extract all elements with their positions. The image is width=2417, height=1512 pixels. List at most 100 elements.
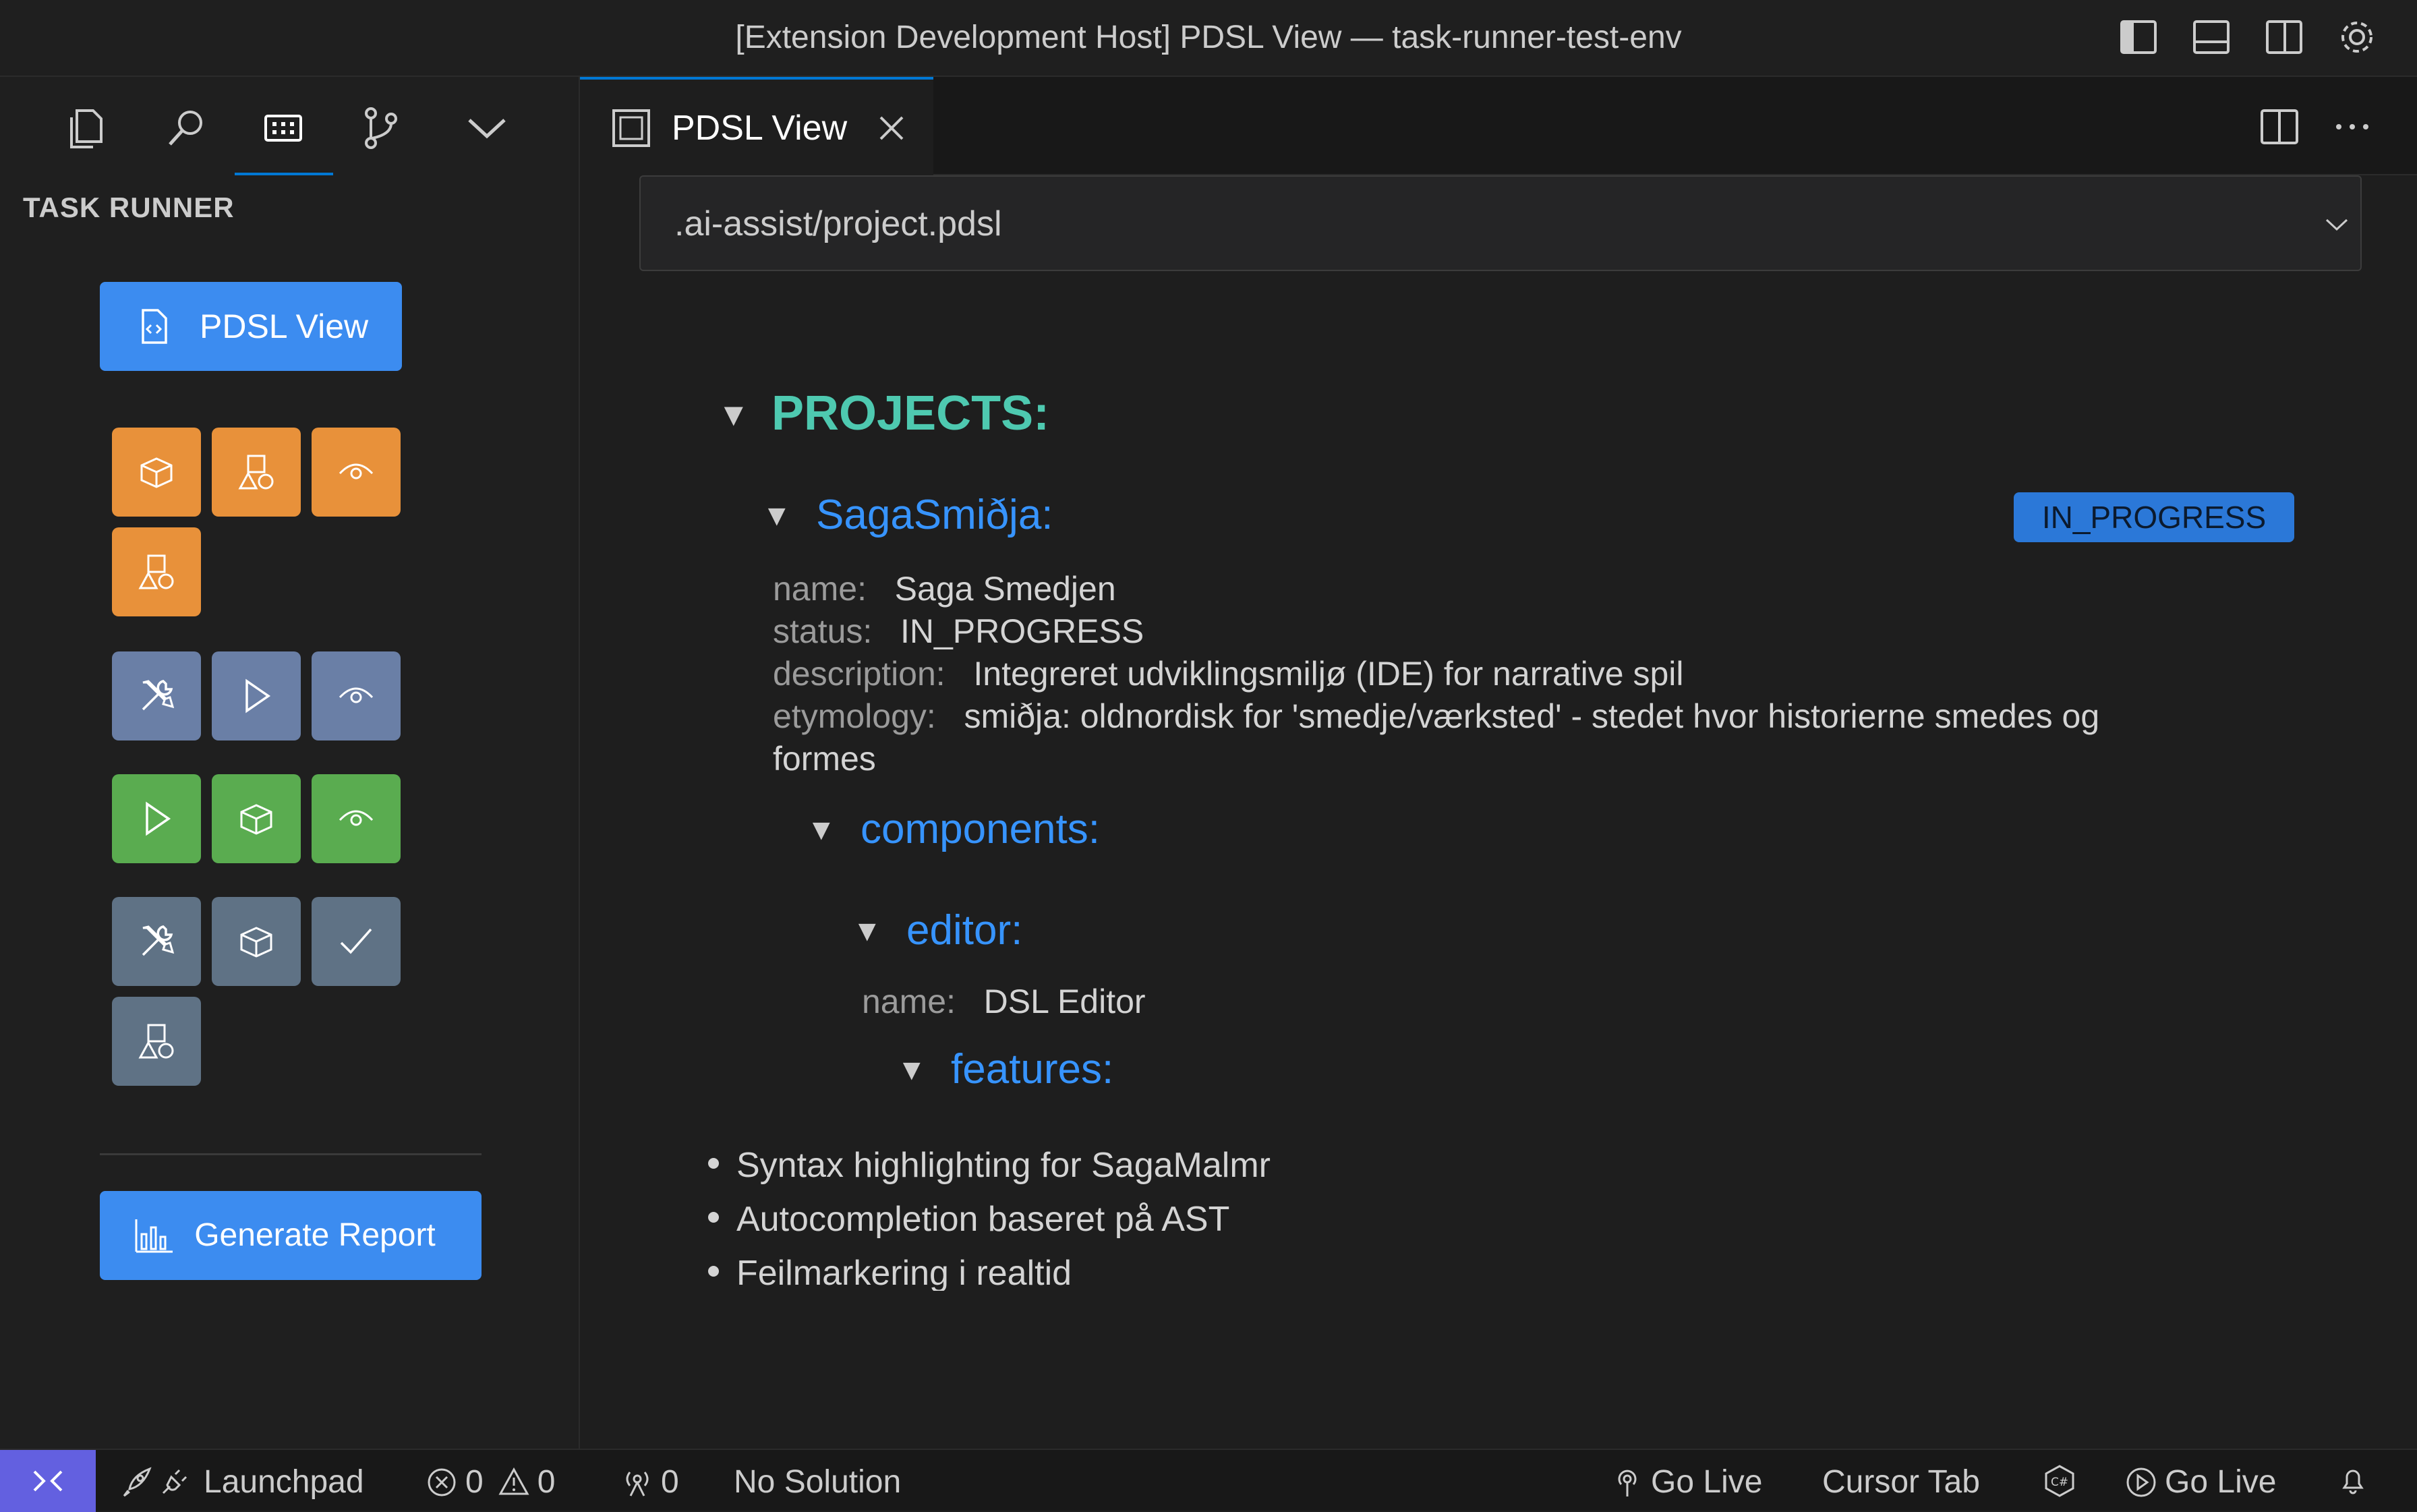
toggle-primary-sidebar-icon[interactable] <box>2116 15 2161 59</box>
go-live-item-2[interactable]: Go Live <box>2124 1463 2276 1501</box>
feature-text: Feilmarkering i realtid <box>736 1254 1072 1291</box>
problems-item[interactable]: 0 0 <box>425 1463 555 1501</box>
chevron-down-icon <box>2323 210 2351 239</box>
plug-icon <box>156 1465 192 1500</box>
green-box-button[interactable] <box>212 774 301 863</box>
toggle-secondary-sidebar-icon[interactable] <box>2262 15 2306 59</box>
search-icon[interactable] <box>159 101 213 155</box>
warning-icon <box>497 1465 531 1499</box>
editor-key: editor: <box>906 907 1023 954</box>
csharp-icon: C# <box>2042 1463 2077 1499</box>
explorer-icon[interactable] <box>59 101 113 155</box>
error-icon <box>425 1465 459 1499</box>
prop-etymology-value: smiðja: oldnordisk for 'smedje/værksted'… <box>964 697 2100 735</box>
launchpad-label: Launchpad <box>204 1464 364 1500</box>
chevron-down-icon[interactable] <box>460 101 514 155</box>
project-key: SagaSmiðja: <box>816 492 1053 538</box>
play-icon <box>136 798 177 839</box>
eye-icon <box>336 676 376 716</box>
title-bar: [Extension Development Host] PDSL View —… <box>0 0 2417 77</box>
prop-etymology-label: etymology: <box>773 697 936 735</box>
feature-item: Autocompletion baseret på AST <box>708 1199 1229 1240</box>
prop-name-label: name: <box>773 570 867 608</box>
status-badge: IN_PROGRESS <box>2014 492 2294 542</box>
generate-report-label: Generate Report <box>194 1217 436 1253</box>
prop-description-value: Integreret udviklingsmiljø (IDE) for nar… <box>973 655 1684 693</box>
project-collapse-toggle[interactable]: ▼ <box>762 499 792 533</box>
split-editor-icon[interactable] <box>2258 105 2301 148</box>
source-control-icon[interactable] <box>353 101 407 155</box>
bell-icon <box>2336 1463 2370 1497</box>
broadcast-icon <box>1610 1465 1644 1499</box>
tab-pdsl-view[interactable]: PDSL View <box>580 77 933 175</box>
tab-label: PDSL View <box>672 109 848 148</box>
slate-tools-button[interactable] <box>112 651 201 740</box>
slate-play-button[interactable] <box>212 651 301 740</box>
gray-tools-button[interactable] <box>112 897 201 986</box>
components-collapse-toggle[interactable]: ▼ <box>807 813 836 847</box>
features-collapse-toggle[interactable]: ▼ <box>897 1053 927 1087</box>
box-icon <box>136 452 177 492</box>
editor-tab-bar: PDSL View <box>580 77 2417 175</box>
prop-status-label: status: <box>773 612 873 650</box>
gray-check-button[interactable] <box>312 897 401 986</box>
prop-editor-name-label: name: <box>862 983 956 1020</box>
components-key: components: <box>861 806 1100 852</box>
solution-item[interactable]: No Solution <box>734 1463 901 1501</box>
eye-icon <box>336 452 376 492</box>
cursor-tab-item[interactable]: Cursor Tab <box>1822 1463 1980 1501</box>
green-play-button[interactable] <box>112 774 201 863</box>
active-view-indicator <box>235 173 333 175</box>
feature-text: Autocompletion baseret på AST <box>736 1200 1230 1239</box>
close-icon[interactable] <box>875 112 908 144</box>
play-circle-icon <box>2124 1465 2158 1499</box>
prop-name-value: Saga Smedjen <box>894 570 1116 608</box>
warning-count: 0 <box>537 1464 556 1500</box>
orange-shapes-button[interactable] <box>212 428 301 517</box>
gray-box-button[interactable] <box>212 897 301 986</box>
file-code-icon <box>134 306 174 347</box>
tools-icon <box>136 676 177 716</box>
shapes-icon <box>136 552 177 592</box>
box-icon <box>236 921 276 962</box>
rocket-icon <box>119 1465 154 1500</box>
more-actions-icon[interactable] <box>2331 105 2374 148</box>
error-count: 0 <box>465 1464 484 1500</box>
pdsl-view-button-label: PDSL View <box>200 308 369 345</box>
prop-status-value: IN_PROGRESS <box>900 612 1144 650</box>
projects-collapse-toggle[interactable]: ▼ <box>718 397 750 434</box>
notifications-item[interactable] <box>2336 1463 2370 1497</box>
orange-box-button[interactable] <box>112 428 201 517</box>
go-live-item[interactable]: Go Live <box>1610 1463 1762 1501</box>
gear-icon[interactable] <box>2335 15 2379 59</box>
toggle-panel-icon[interactable] <box>2189 15 2234 59</box>
shapes-icon <box>136 1021 177 1062</box>
gray-shapes-button[interactable] <box>112 997 201 1086</box>
shapes-icon <box>236 452 276 492</box>
box-icon <box>236 798 276 839</box>
slate-eye-button[interactable] <box>312 651 401 740</box>
prop-editor-name: name: DSL Editor <box>862 982 1146 1021</box>
prop-description-label: description: <box>773 655 945 693</box>
cursor-tab-label: Cursor Tab <box>1822 1464 1980 1500</box>
solution-label: No Solution <box>734 1464 902 1500</box>
editor-collapse-toggle[interactable]: ▼ <box>852 914 882 948</box>
remote-indicator[interactable] <box>0 1450 96 1512</box>
ports-item[interactable]: 0 <box>620 1463 679 1501</box>
file-select-dropdown[interactable]: .ai-assist/project.pdsl <box>639 175 2362 271</box>
csharp-item[interactable]: C# <box>2042 1463 2077 1499</box>
prop-editor-name-value: DSL Editor <box>983 983 1146 1020</box>
launchpad-item[interactable]: Launchpad <box>119 1463 364 1501</box>
pdsl-view-button[interactable]: PDSL View <box>100 282 402 371</box>
sidebar-title: TASK RUNNER <box>23 192 235 223</box>
green-eye-button[interactable] <box>312 774 401 863</box>
eye-icon <box>336 798 376 839</box>
generate-report-button[interactable]: Generate Report <box>100 1191 482 1280</box>
projects-heading: PROJECTS: <box>771 386 1050 440</box>
play-icon <box>236 676 276 716</box>
orange-shapes-button-2[interactable] <box>112 527 201 616</box>
orange-eye-button[interactable] <box>312 428 401 517</box>
task-runner-icon[interactable] <box>256 101 310 155</box>
status-bar: Launchpad 0 0 0 No Solution Go Live Curs… <box>0 1449 2417 1512</box>
pdsl-view-panel: .ai-assist/project.pdsl ▼ PROJECTS: ▼ Sa… <box>580 175 2417 1449</box>
